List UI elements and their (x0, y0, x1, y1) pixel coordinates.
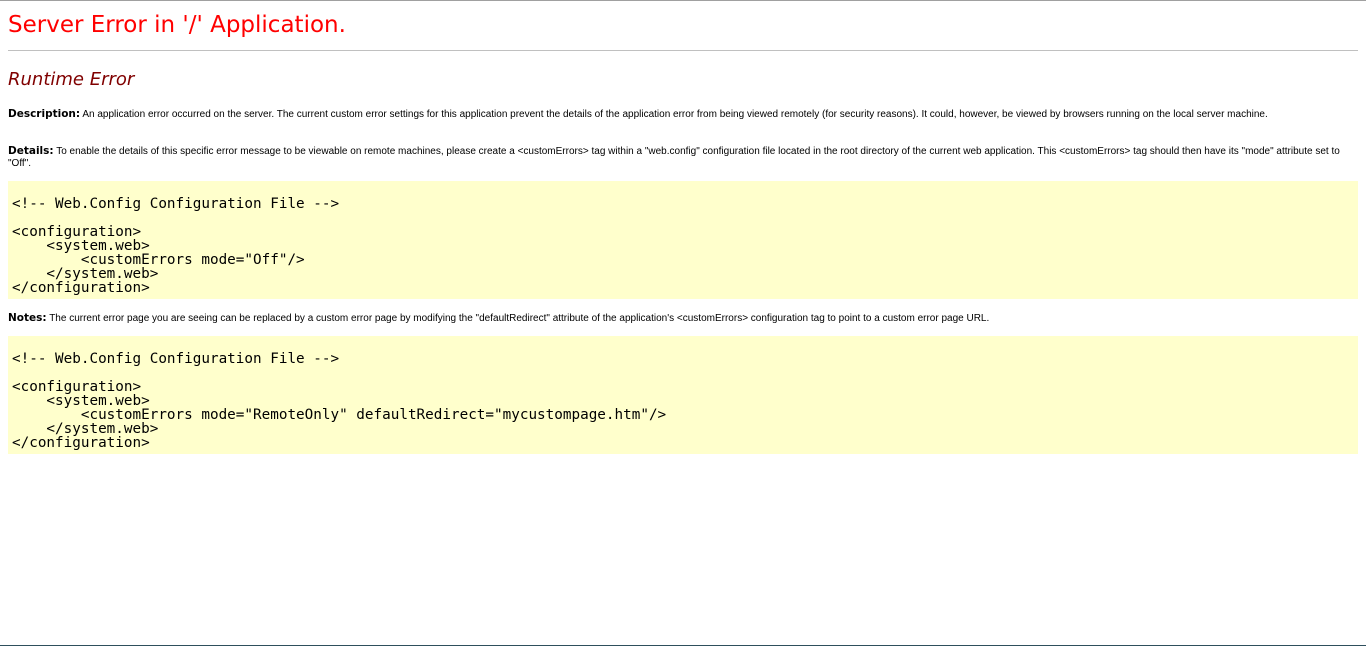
description-label: Description: (8, 108, 81, 120)
code-line: <customErrors mode="Off"/> (12, 252, 305, 268)
details-text: To enable the details of this specific e… (8, 146, 1340, 169)
code-line: <customErrors mode="RemoteOnly" defaultR… (12, 407, 667, 423)
code-line: </configuration> (12, 435, 150, 451)
code-line: </system.web> (12, 266, 159, 282)
details-label: Details: (8, 145, 54, 157)
title-divider (8, 50, 1358, 51)
code-line: <!-- Web.Config Configuration File --> (12, 351, 340, 367)
code-line: <configuration> (12, 379, 142, 395)
code-line: </configuration> (12, 280, 150, 296)
code-line: <!-- Web.Config Configuration File --> (12, 196, 340, 212)
config-code-block-off: <!-- Web.Config Configuration File --> <… (8, 181, 1358, 299)
error-page: { "page": { "title": "Server Error in '/… (0, 0, 1366, 646)
code-line: <system.web> (12, 238, 150, 254)
description-paragraph: Description: An application error occurr… (8, 108, 1358, 121)
config-code-block-remoteonly: <!-- Web.Config Configuration File --> <… (8, 336, 1358, 454)
code-line: <configuration> (12, 224, 142, 240)
details-paragraph: Details: To enable the details of this s… (8, 145, 1358, 170)
notes-label: Notes: (8, 312, 47, 324)
error-type-heading: Runtime Error (8, 69, 135, 90)
code-line: <system.web> (12, 393, 150, 409)
notes-text: The current error page you are seeing ca… (49, 313, 990, 324)
description-text: An application error occurred on the ser… (82, 109, 1268, 120)
notes-paragraph: Notes: The current error page you are se… (8, 312, 1358, 325)
code-line: </system.web> (12, 421, 159, 437)
page-title: Server Error in '/' Application. (8, 12, 346, 38)
